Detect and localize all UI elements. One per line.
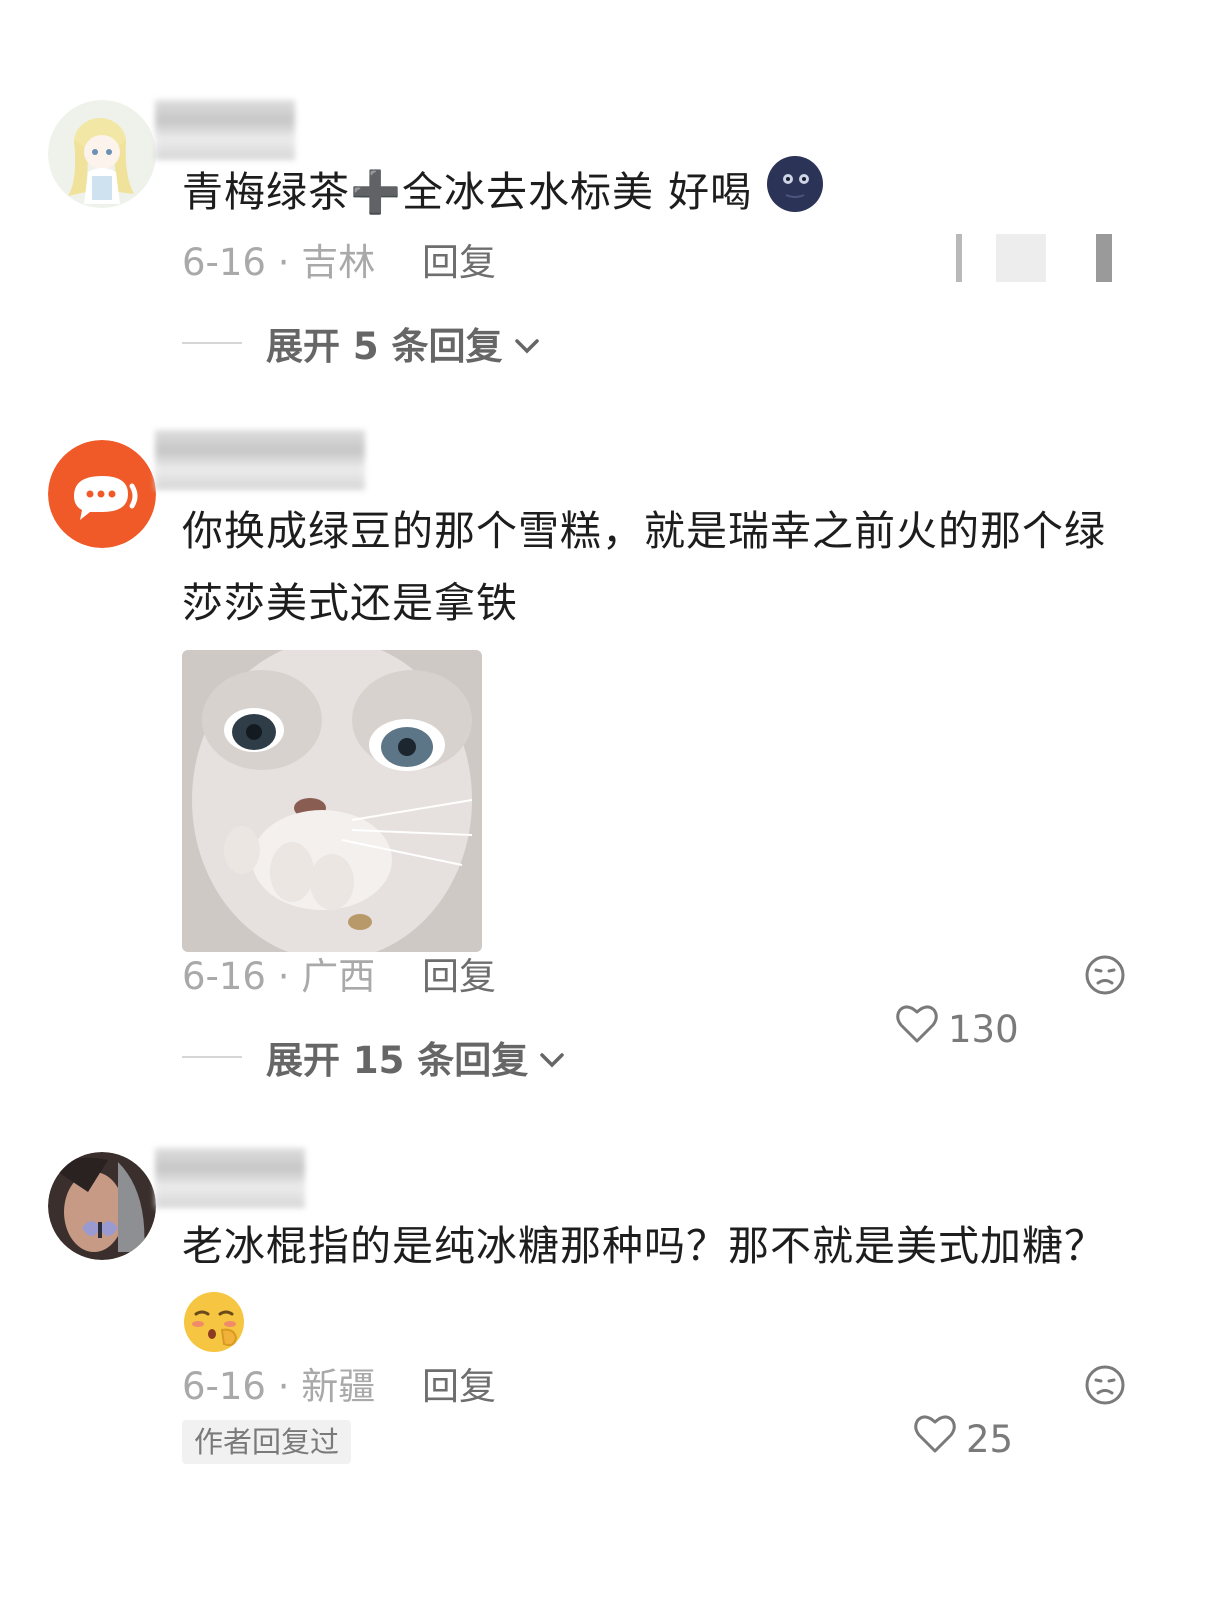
expand-replies-label: 展开 15 条回复: [266, 1039, 529, 1082]
new-moon-face-emoji: [766, 155, 824, 235]
reply-button[interactable]: 回复: [422, 238, 496, 288]
heart-outline-icon: [912, 1412, 958, 1467]
comment-location: 吉林: [301, 241, 376, 284]
comment-text: 老冰棍指的是纯冰糖那种吗？那不就是美式加糖？: [182, 1210, 1136, 1282]
comment-text-content: 青梅绿茶➕全冰去水标美 好喝: [182, 168, 753, 216]
chevron-down-icon: [513, 322, 541, 365]
like-button[interactable]: 130: [894, 1002, 1019, 1057]
expand-replies-label: 展开 5 条回复: [266, 325, 503, 368]
frown-face-icon: [1085, 955, 1125, 995]
comment-meta: 6-16 · 广西 回复 130: [182, 952, 1126, 1051]
comment-text-content: 你换成绿豆的那个雪糕，就是瑞幸之前火的那个绿莎莎美式还是拿铁: [182, 507, 1106, 627]
redacted-actions: [916, 230, 1116, 290]
comment-date: 6-16: [182, 241, 266, 284]
avatar[interactable]: [48, 100, 156, 208]
heart-outline-icon: [894, 1002, 940, 1057]
username-redacted[interactable]: [155, 100, 295, 160]
expand-replies-button[interactable]: 展开 5 条回复: [182, 318, 541, 368]
cat-meme-image[interactable]: [182, 650, 482, 952]
divider-line: [182, 342, 242, 344]
avatar[interactable]: [48, 440, 156, 548]
reply-button[interactable]: 回复: [422, 952, 496, 1002]
like-count: 25: [966, 1417, 1014, 1461]
like-button[interactable]: 25: [912, 1412, 1013, 1467]
like-count: 130: [948, 1007, 1019, 1051]
comment-text-content: 老冰棍指的是纯冰糖那种吗？那不就是美式加糖？: [182, 1222, 1106, 1270]
comment-date: 6-16: [182, 1365, 266, 1408]
frown-face-icon: [1085, 1365, 1125, 1405]
dislike-button[interactable]: [1084, 1364, 1126, 1419]
comment-meta: 6-16 · 新疆 回复 25: [182, 1362, 1126, 1461]
username-redacted[interactable]: [155, 1148, 305, 1208]
expand-replies-button[interactable]: 展开 15 条回复: [182, 1032, 566, 1082]
comment-location: 广西: [301, 955, 376, 998]
author-replied-badge: 作者回复过: [182, 1420, 352, 1464]
reply-button[interactable]: 回复: [422, 1362, 496, 1412]
blushing-face-emoji: [182, 1290, 246, 1358]
chevron-down-icon: [538, 1036, 566, 1079]
username-redacted[interactable]: [155, 430, 365, 490]
divider-line: [182, 1056, 242, 1058]
avatar[interactable]: [48, 1152, 156, 1260]
dislike-button[interactable]: [1084, 954, 1126, 1009]
comment-text: 青梅绿茶➕全冰去水标美 好喝: [182, 155, 1136, 235]
comment-text: 你换成绿豆的那个雪糕，就是瑞幸之前火的那个绿莎莎美式还是拿铁: [182, 495, 1136, 639]
comment-date: 6-16: [182, 955, 266, 998]
comment-location: 新疆: [301, 1365, 376, 1408]
